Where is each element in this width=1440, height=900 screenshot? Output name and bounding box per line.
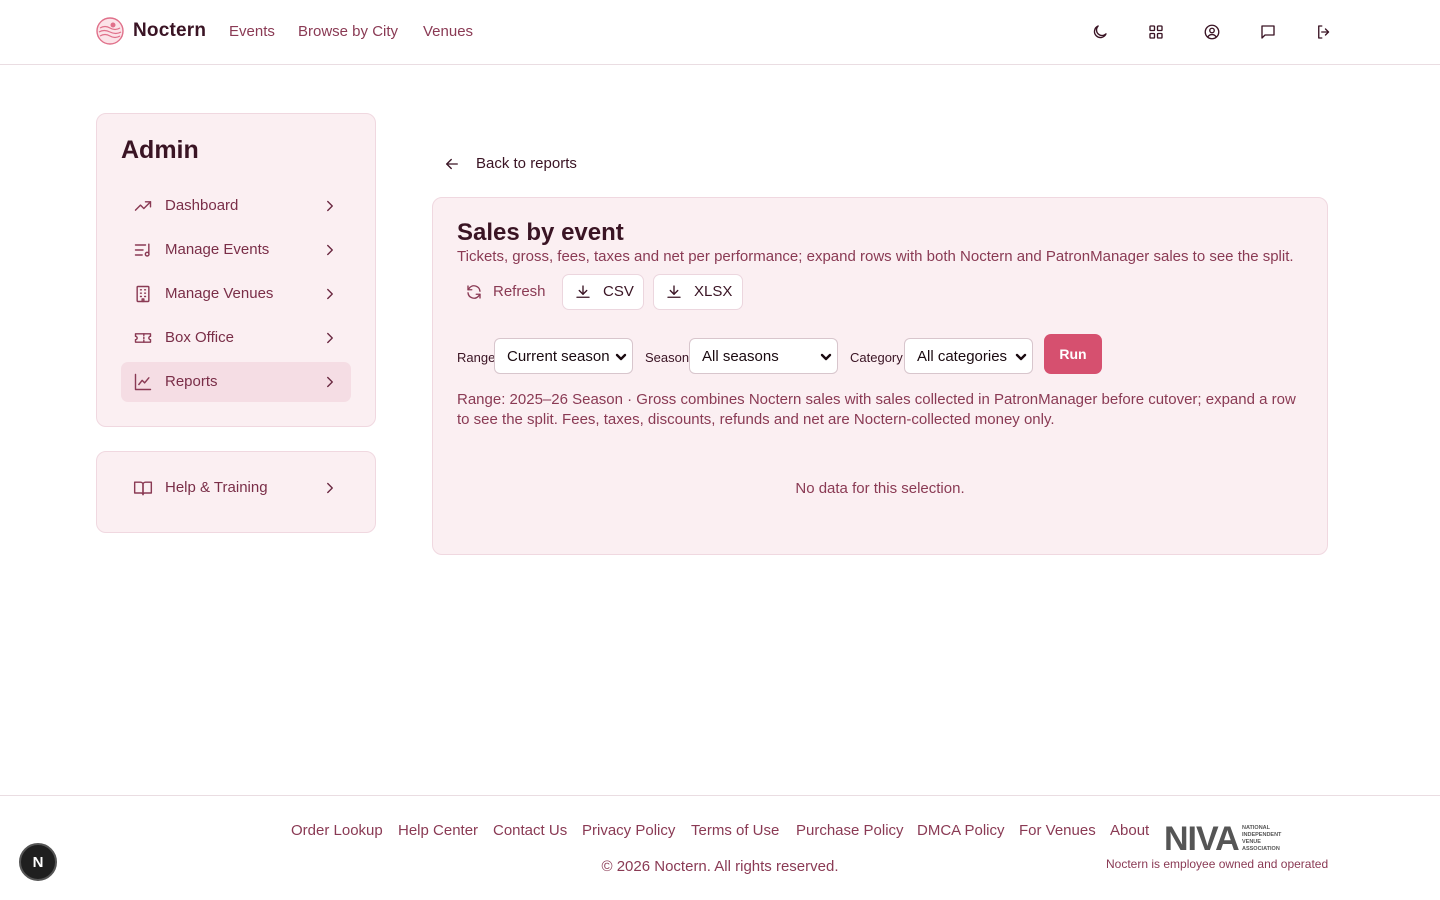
line-chart-icon bbox=[133, 372, 153, 392]
sidebar-item-label: Dashboard bbox=[165, 197, 239, 214]
grid-icon[interactable] bbox=[1144, 20, 1168, 44]
sidebar-item-label: Reports bbox=[165, 373, 218, 390]
help-sidebar: Help & Training bbox=[96, 451, 376, 533]
download-icon bbox=[576, 285, 590, 298]
sidebar-item-label: Manage Venues bbox=[165, 285, 274, 302]
chevron-right-icon bbox=[321, 329, 339, 347]
empty-state-text: No data for this selection. bbox=[795, 480, 965, 497]
niva-logo[interactable]: NIVA NATIONAL INDEPENDENT VENUE ASSOCIAT… bbox=[1164, 822, 1288, 856]
csv-label: CSV bbox=[603, 283, 634, 300]
nav-browse-by-city[interactable]: Browse by City bbox=[298, 23, 398, 40]
building-icon bbox=[133, 284, 153, 304]
book-open-icon bbox=[133, 478, 153, 498]
range-select-value: Current season bbox=[507, 348, 610, 365]
sidebar-item-reports[interactable]: Reports bbox=[121, 362, 351, 402]
chevron-right-icon bbox=[321, 285, 339, 303]
sidebar-item-box-office[interactable]: Box Office bbox=[121, 318, 351, 358]
category-filter-label: Category bbox=[850, 350, 903, 365]
list-music-icon bbox=[133, 240, 153, 260]
range-select[interactable]: Current season bbox=[494, 338, 633, 374]
sidebar-item-manage-events[interactable]: Manage Events bbox=[121, 230, 351, 270]
sidebar-item-label: Help & Training bbox=[165, 479, 268, 496]
chevron-right-icon bbox=[321, 241, 339, 259]
message-icon[interactable] bbox=[1256, 20, 1280, 44]
ticket-icon bbox=[133, 328, 153, 348]
niva-logo-mark: NIVA bbox=[1164, 820, 1240, 858]
sidebar-item-help-training[interactable]: Help & Training bbox=[121, 468, 351, 508]
back-label: Back to reports bbox=[476, 155, 577, 172]
noctern-logo-icon[interactable] bbox=[96, 17, 124, 45]
chevron-down-icon bbox=[820, 353, 832, 361]
chevron-right-icon bbox=[321, 373, 339, 391]
trending-up-icon bbox=[133, 196, 153, 216]
copyright-text: © 2026 Noctern. All rights reserved. bbox=[601, 858, 839, 875]
footer-link-dmca-policy[interactable]: DMCA Policy bbox=[917, 822, 1005, 839]
sidebar-item-label: Box Office bbox=[165, 329, 234, 346]
logout-icon[interactable] bbox=[1312, 20, 1336, 44]
sidebar-item-label: Manage Events bbox=[165, 241, 270, 258]
top-header: Noctern Events Browse by City Venues bbox=[0, 0, 1440, 65]
page-description: Tickets, gross, fees, taxes and net per … bbox=[457, 248, 1294, 265]
chevron-right-icon bbox=[321, 197, 339, 215]
niva-logo-subtext: NATIONAL INDEPENDENT VENUE ASSOCIATION bbox=[1242, 825, 1282, 852]
xlsx-label: XLSX bbox=[694, 283, 733, 300]
run-button[interactable]: Run bbox=[1044, 334, 1102, 374]
footer-link-for-venues[interactable]: For Venues bbox=[1019, 822, 1096, 839]
category-select[interactable]: All categories bbox=[904, 338, 1033, 374]
nav-venues[interactable]: Venues bbox=[423, 23, 473, 40]
download-icon bbox=[667, 285, 681, 298]
chevron-down-icon bbox=[615, 353, 627, 361]
xlsx-download-button[interactable]: XLSX bbox=[653, 274, 743, 310]
footer-link-order-lookup[interactable]: Order Lookup bbox=[291, 822, 383, 839]
footer-link-terms-of-use[interactable]: Terms of Use bbox=[691, 822, 779, 839]
footer-link-contact-us[interactable]: Contact Us bbox=[493, 822, 567, 839]
footer-link-privacy-policy[interactable]: Privacy Policy bbox=[582, 822, 675, 839]
season-filter-label: Season bbox=[645, 350, 690, 365]
chevron-down-icon bbox=[1015, 353, 1027, 361]
moon-icon[interactable] bbox=[1088, 20, 1112, 44]
user-circle-icon[interactable] bbox=[1200, 20, 1224, 44]
brand-name[interactable]: Noctern bbox=[133, 20, 206, 42]
arrow-left-icon bbox=[446, 158, 458, 170]
admin-sidebar: Admin Dashboard Manage Events Manage Ven… bbox=[96, 113, 376, 427]
page-title: Sales by event bbox=[457, 219, 624, 246]
refresh-icon bbox=[467, 285, 481, 299]
category-select-value: All categories bbox=[917, 348, 1008, 365]
csv-download-button[interactable]: CSV bbox=[562, 274, 644, 310]
sidebar-item-dashboard[interactable]: Dashboard bbox=[121, 186, 351, 226]
refresh-button[interactable]: Refresh bbox=[457, 274, 557, 310]
season-select[interactable]: All seasons bbox=[689, 338, 838, 374]
nav-events[interactable]: Events bbox=[229, 23, 275, 40]
range-note: Range: 2025–26 Season · Gross combines N… bbox=[457, 391, 1296, 428]
footer-link-about[interactable]: About bbox=[1110, 822, 1149, 839]
sidebar-title: Admin bbox=[121, 136, 199, 164]
range-filter-label: Range bbox=[457, 350, 496, 365]
refresh-label: Refresh bbox=[493, 283, 546, 300]
chevron-right-icon bbox=[321, 479, 339, 497]
footer-link-purchase-policy[interactable]: Purchase Policy bbox=[796, 822, 904, 839]
sidebar-item-manage-venues[interactable]: Manage Venues bbox=[121, 274, 351, 314]
season-select-value: All seasons bbox=[702, 348, 779, 365]
dev-tools-badge[interactable]: N bbox=[19, 843, 57, 881]
report-panel: Sales by event Tickets, gross, fees, tax… bbox=[432, 197, 1328, 555]
site-footer: Order Lookup Help Center Contact Us Priv… bbox=[0, 795, 1440, 900]
footer-link-help-center[interactable]: Help Center bbox=[398, 822, 478, 839]
